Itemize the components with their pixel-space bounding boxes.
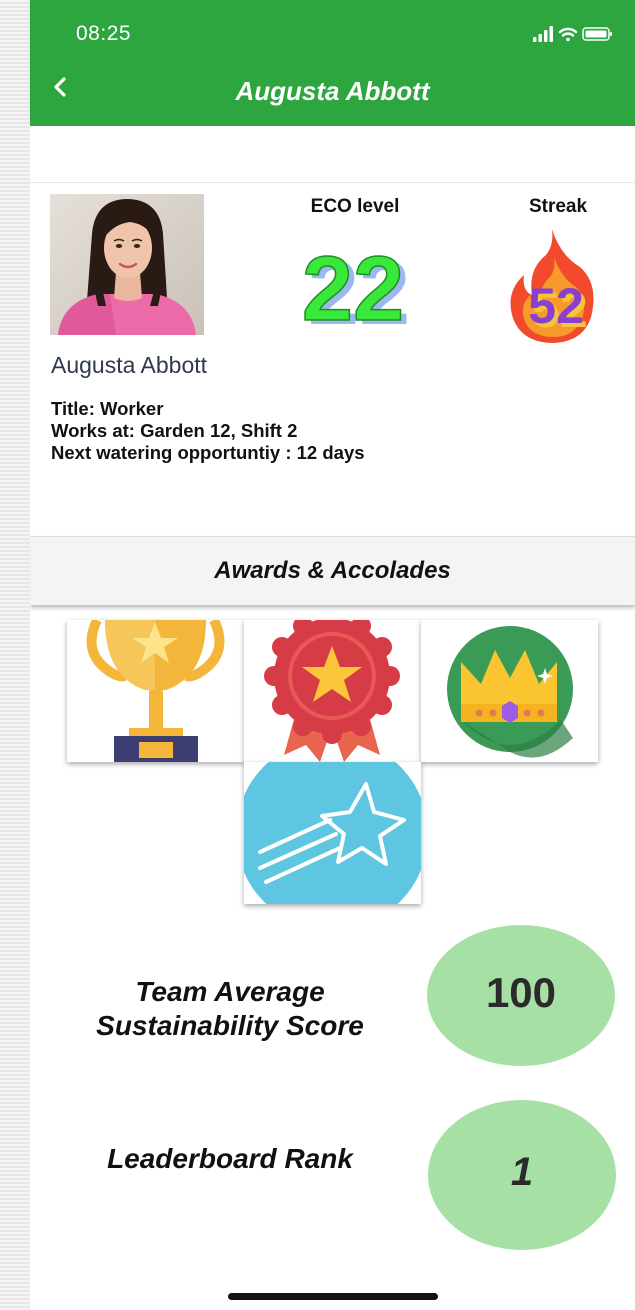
leaderboard-rank-label: Leaderboard Rank (107, 1143, 353, 1174)
svg-text:22: 22 (302, 238, 404, 336)
crown-icon (447, 626, 573, 758)
awards-section-header: Awards & Accolades (30, 536, 635, 605)
nav-title: Augusta Abbott (235, 76, 430, 106)
left-margin-strip (0, 0, 30, 1310)
profile-name: Augusta Abbott (51, 352, 208, 378)
trophy-icon (86, 620, 225, 762)
status-icons (533, 26, 612, 42)
avatar (50, 194, 204, 335)
award-crown[interactable] (421, 620, 598, 762)
team-score-bubble: 100 (427, 925, 615, 1066)
team-score-value: 100 (485, 969, 557, 1016)
divider (30, 182, 635, 183)
signal-icon (533, 26, 553, 42)
eco-level-label: ECO level (310, 196, 400, 217)
streak-flame-badge: 52 52 (510, 229, 594, 343)
award-shooting-star[interactable] (244, 762, 421, 904)
award-trophy[interactable] (67, 620, 244, 762)
award-rosette[interactable] (244, 620, 421, 762)
eco-level-value: 22 22 (301, 237, 410, 336)
nav-bar: Augusta Abbott (30, 64, 635, 126)
home-indicator[interactable] (228, 1293, 438, 1300)
wifi-icon (558, 27, 578, 42)
leaderboard-rank-bubble: 1 (428, 1100, 616, 1250)
status-time: 08:25 (76, 22, 132, 45)
profile-details: Title: Worker Works at: Garden 12, Shift… (51, 398, 365, 464)
battery-icon (582, 27, 612, 41)
profile-next-watering: Next watering opportuntiy : 12 days (51, 442, 365, 463)
shooting-star-icon (244, 762, 421, 904)
streak-value: 52 (528, 278, 584, 334)
phone-screen: 08:25 Augusta Abbott ECO level Streak 22… (30, 0, 635, 1310)
team-score-label: Team Average Sustainability Score (96, 976, 364, 1041)
leaderboard-rank-value: 1 (510, 1150, 534, 1194)
awards-section-title: Awards & Accolades (214, 557, 451, 584)
streak-label: Streak (528, 196, 588, 217)
status-bar: 08:25 (30, 0, 635, 64)
rosette-icon (264, 620, 400, 762)
profile-title: Title: Worker (51, 398, 164, 419)
profile-workplace: Works at: Garden 12, Shift 2 (51, 420, 298, 441)
